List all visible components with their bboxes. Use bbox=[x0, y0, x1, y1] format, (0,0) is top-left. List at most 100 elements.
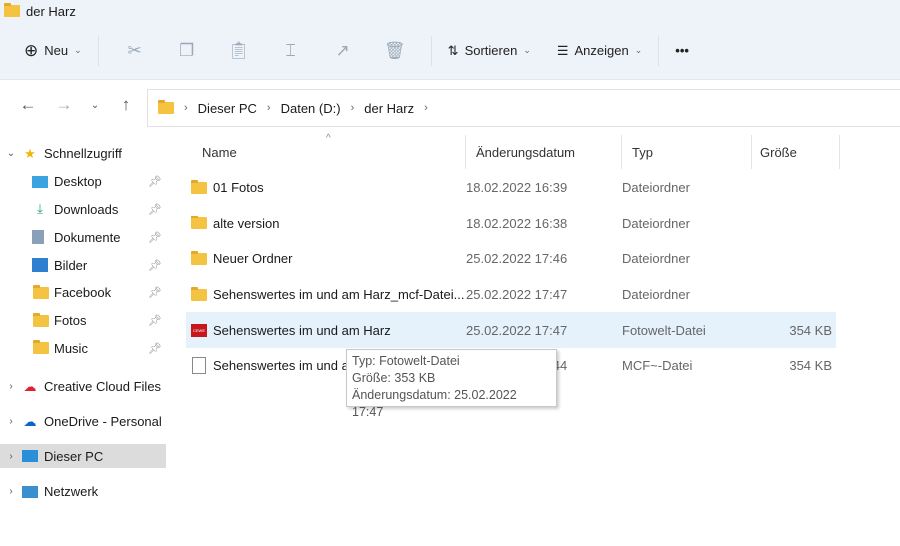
sidebar-item-schnellzugriff[interactable]: ⌄ ★ Schnellzugriff bbox=[0, 140, 166, 168]
sidebar-item-facebook[interactable]: Facebook 📌︎ bbox=[0, 279, 166, 307]
sidebar-label: Music bbox=[54, 340, 88, 356]
sidebar-item-fotos[interactable]: Fotos 📌︎ bbox=[0, 307, 166, 335]
expand-chevron-icon[interactable]: › bbox=[0, 416, 22, 427]
breadcrumb-daten[interactable]: Daten (D:) bbox=[281, 101, 341, 116]
file-size: 354 KB bbox=[789, 358, 832, 374]
sidebar-item-netzwerk[interactable]: › Netzwerk bbox=[0, 474, 166, 509]
up-icon[interactable]: ↑ bbox=[108, 95, 144, 115]
divider bbox=[430, 35, 432, 66]
tooltip: Typ: Fotowelt-Datei Größe: 353 KB Änderu… bbox=[346, 349, 557, 419]
recent-chevron-icon[interactable]: ⌄ bbox=[82, 100, 108, 111]
view-icon: ☰ bbox=[556, 42, 569, 58]
sidebar-item-dokumente[interactable]: Dokumente 📌︎ bbox=[0, 223, 166, 251]
file-type: Dateiordner bbox=[622, 287, 690, 303]
file-row[interactable]: 01 Fotos 18.02.2022 16:39 Dateiordner bbox=[186, 170, 836, 206]
folder-icon bbox=[191, 180, 207, 194]
file-name: Sehenswertes im und am Harz_mcf-Datei... bbox=[186, 287, 466, 302]
folder-icon bbox=[4, 3, 20, 17]
file-name: alte version bbox=[186, 215, 466, 231]
view-button[interactable]: ☰ Anzeigen ⌄ bbox=[551, 33, 648, 69]
network-icon bbox=[22, 485, 38, 498]
view-label: Anzeigen bbox=[574, 43, 629, 58]
file-type: MCF~-Datei bbox=[622, 358, 693, 374]
breadcrumb-dieser-pc[interactable]: Dieser PC bbox=[198, 101, 257, 116]
sidebar-item-music[interactable]: Music 📌︎ bbox=[0, 335, 166, 363]
expand-chevron-icon[interactable]: ⌄ bbox=[0, 148, 22, 159]
breadcrumb-der-harz[interactable]: der Harz bbox=[364, 101, 414, 116]
fotowelt-file-icon: CEWE bbox=[191, 323, 207, 337]
navigation-pane: ⌄ ★ Schnellzugriff Desktop 📌︎ ⤓ Downloads 📌︎ … bbox=[0, 140, 166, 509]
file-name-text: Sehenswertes im und am Harz bbox=[213, 322, 391, 338]
folder-icon bbox=[158, 100, 174, 114]
file-row[interactable]: CEWE Sehenswertes im und am Harz 25.02.20… bbox=[186, 312, 836, 348]
expand-chevron-icon[interactable]: › bbox=[0, 381, 22, 392]
sidebar-label: Dokumente bbox=[54, 229, 121, 245]
star-icon: ★ bbox=[24, 145, 36, 161]
file-date: 25.02.2022 17:47 bbox=[466, 322, 568, 338]
file-size: 354 KB bbox=[789, 322, 832, 338]
file-name-text: 01 Fotos bbox=[213, 180, 264, 196]
sidebar-item-bilder[interactable]: Bilder 📌︎ bbox=[0, 251, 166, 279]
sort-label: Sortieren bbox=[464, 43, 518, 58]
forward-icon[interactable]: → bbox=[46, 95, 82, 115]
column-name[interactable]: Name bbox=[186, 135, 466, 169]
sidebar-label: Desktop bbox=[54, 174, 102, 190]
pin-icon: 📌︎ bbox=[148, 231, 162, 244]
pin-icon: 📌︎ bbox=[148, 342, 162, 355]
chevron-down-icon: ⌄ bbox=[74, 45, 82, 55]
divider bbox=[658, 35, 660, 66]
sort-button[interactable]: ⇅ Sortieren ⌄ bbox=[442, 33, 537, 69]
pin-icon: 📌︎ bbox=[148, 259, 162, 272]
paste-icon[interactable]: 📋︎ bbox=[213, 41, 265, 61]
sidebar-item-downloads[interactable]: ⤓ Downloads 📌︎ bbox=[0, 196, 166, 224]
folder-icon bbox=[191, 215, 207, 230]
sidebar-item-dieser-pc[interactable]: › Dieser PC bbox=[0, 444, 166, 469]
file-row[interactable]: alte version 18.02.2022 16:38 Dateiordne… bbox=[186, 206, 836, 242]
folder-icon bbox=[191, 287, 207, 301]
tooltip-size: Größe: 353 KB bbox=[352, 371, 436, 385]
sidebar-item-desktop[interactable]: Desktop 📌︎ bbox=[0, 168, 166, 196]
column-size[interactable]: Größe bbox=[752, 135, 840, 169]
computer-icon bbox=[22, 450, 38, 463]
expand-chevron-icon[interactable]: › bbox=[0, 486, 22, 497]
file-date: 25.02.2022 17:46 bbox=[466, 251, 568, 267]
document-icon bbox=[32, 230, 44, 245]
sidebar-label: Schnellzugriff bbox=[44, 146, 122, 162]
share-icon[interactable]: ↗ bbox=[317, 41, 369, 61]
expand-chevron-icon[interactable]: › bbox=[0, 451, 22, 462]
sort-icon: ⇅ bbox=[447, 42, 459, 58]
file-row[interactable]: Sehenswertes im und am Harz_mcf-Datei...… bbox=[186, 277, 836, 313]
file-type: Dateiordner bbox=[622, 251, 690, 267]
column-date[interactable]: Änderungsdatum bbox=[466, 135, 622, 169]
sidebar-item-creative-cloud[interactable]: › ☁ Creative Cloud Files bbox=[0, 369, 166, 404]
pin-icon: 📌︎ bbox=[148, 203, 162, 216]
address-bar[interactable]: › Dieser PC › Daten (D:) › der Harz › bbox=[147, 89, 900, 127]
pin-icon: 📌︎ bbox=[148, 315, 162, 328]
pictures-icon bbox=[32, 258, 48, 273]
file-date: 25.02.2022 17:47 bbox=[466, 287, 568, 303]
sidebar-label: Downloads bbox=[54, 201, 119, 217]
delete-icon[interactable]: 🗑︎ bbox=[369, 41, 421, 61]
chevron-right-icon: › bbox=[184, 102, 188, 114]
back-icon[interactable]: ← bbox=[10, 95, 46, 115]
sidebar-item-onedrive[interactable]: › ☁ OneDrive - Personal bbox=[0, 404, 166, 439]
chevron-down-icon: ⌄ bbox=[634, 45, 643, 55]
file-name-text: alte version bbox=[213, 215, 280, 231]
column-type[interactable]: Typ bbox=[622, 135, 752, 169]
copy-icon[interactable]: ❐ bbox=[161, 41, 213, 61]
window-title: der Harz bbox=[26, 3, 76, 19]
title-bar: der Harz bbox=[0, 0, 900, 22]
file-name: CEWE Sehenswertes im und am Harz bbox=[186, 323, 466, 338]
chevron-right-icon: › bbox=[266, 102, 271, 114]
cut-icon[interactable]: ✂ bbox=[109, 41, 161, 61]
file-type: Fotowelt-Datei bbox=[622, 322, 706, 338]
file-row[interactable]: Neuer Ordner 25.02.2022 17:46 Dateiordne… bbox=[186, 241, 836, 277]
sidebar-label: Creative Cloud Files bbox=[44, 379, 162, 395]
more-button[interactable]: ••• bbox=[669, 33, 695, 69]
file-name-text: Neuer Ordner bbox=[213, 251, 293, 267]
new-button[interactable]: ⊕ Neu ⌄ bbox=[18, 33, 88, 69]
tooltip-type: Typ: Fotowelt-Datei bbox=[352, 354, 460, 368]
rename-icon[interactable]: ⌶ bbox=[265, 41, 317, 61]
tooltip-date: Änderungsdatum: 25.02.2022 17:47 bbox=[352, 388, 517, 419]
pin-icon: 📌︎ bbox=[148, 176, 162, 189]
